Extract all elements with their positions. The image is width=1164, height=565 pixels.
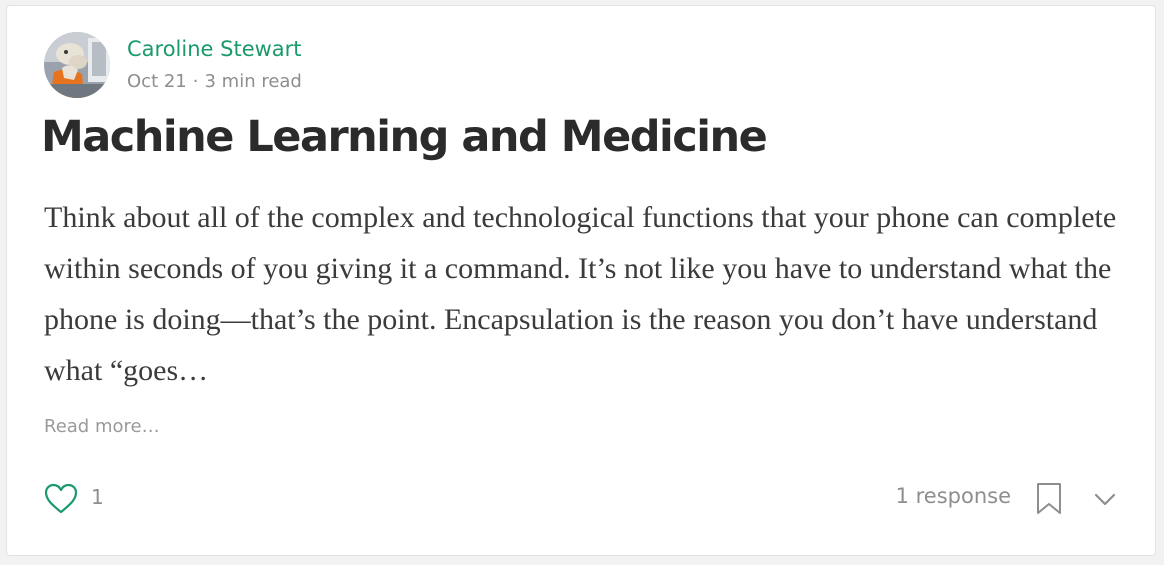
heart-icon[interactable] xyxy=(43,481,79,517)
avatar-image xyxy=(44,32,110,98)
post-title[interactable]: Machine Learning and Medicine xyxy=(41,112,768,162)
post-excerpt[interactable]: Think about all of the complex and techn… xyxy=(44,192,1129,396)
meta-separator: · xyxy=(192,71,199,92)
clap-count: 1 xyxy=(91,485,104,509)
bookmark-icon[interactable] xyxy=(1035,482,1063,516)
author-name[interactable]: Caroline Stewart xyxy=(127,37,302,61)
read-more-link[interactable]: Read more… xyxy=(44,416,160,437)
post-date[interactable]: Oct 21 xyxy=(127,71,187,92)
read-time: 3 min read xyxy=(204,71,302,92)
responses-link[interactable]: 1 response xyxy=(896,484,1011,508)
chevron-down-icon[interactable] xyxy=(1091,486,1119,514)
post-meta: Oct 21 · 3 min read xyxy=(127,71,302,92)
author-avatar[interactable] xyxy=(44,32,110,98)
post-card: Caroline Stewart Oct 21 · 3 min read Machi… xyxy=(6,5,1156,556)
